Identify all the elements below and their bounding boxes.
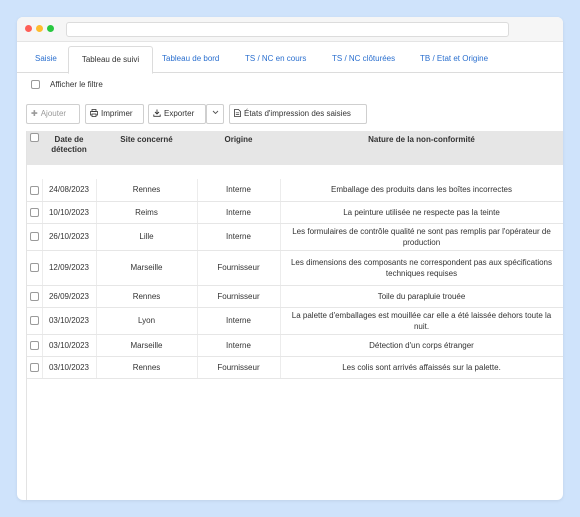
row-select-cell: [27, 356, 43, 379]
add-button[interactable]: ✚ Ajouter: [26, 104, 80, 124]
table-header-row: Date de détection Site concerné Origine …: [27, 131, 563, 165]
cell-date: 03/10/2023: [42, 307, 97, 335]
cell-date: 26/09/2023: [42, 285, 97, 308]
tab-ts-nc-cloturees[interactable]: TS / NC clôturées: [326, 46, 401, 73]
cell-nature: Les colis sont arrivés affaissés sur la …: [280, 356, 563, 379]
column-header-site[interactable]: Site concerné: [96, 131, 197, 165]
export-button[interactable]: Exporter: [148, 104, 206, 124]
chevron-down-icon: [212, 109, 219, 118]
column-header-nature[interactable]: Nature de la non-conformité: [280, 131, 563, 165]
document-icon: [234, 105, 241, 123]
print-states-button[interactable]: États d'impression des saisies: [229, 104, 367, 124]
row-select-cell: [27, 179, 43, 202]
row-checkbox[interactable]: [29, 291, 39, 301]
add-button-label: Ajouter: [40, 109, 67, 118]
cell-origin: Fournisseur: [197, 356, 281, 379]
row-checkbox[interactable]: [29, 316, 39, 326]
tab-bar: Saisie Tableau de suivi Tableau de bord …: [17, 46, 563, 74]
cell-site: Reims: [96, 201, 198, 224]
print-button-label: Imprimer: [101, 109, 133, 118]
row-select-cell: [27, 250, 43, 286]
row-select-cell: [27, 285, 43, 308]
tab-tableau-de-suivi[interactable]: Tableau de suivi: [68, 46, 153, 74]
cell-nature: Les formulaires de contrôle qualité ne s…: [280, 223, 563, 251]
row-select-cell: [27, 223, 43, 251]
filter-spacer-row: [27, 165, 563, 179]
close-window-icon[interactable]: [25, 25, 32, 32]
cell-date: 10/10/2023: [42, 201, 97, 224]
row-select-cell: [27, 334, 43, 357]
cell-nature: La palette d'emballages est mouillée car…: [280, 307, 563, 335]
cell-origin: Interne: [197, 223, 281, 251]
download-icon: [153, 105, 161, 123]
cell-nature: Emballage des produits dans les boîtes i…: [280, 179, 563, 202]
cell-nature: La peinture utilisée ne respecte pas la …: [280, 201, 563, 224]
row-checkbox[interactable]: [29, 263, 39, 273]
table-row[interactable]: 26/09/2023 Rennes Fournisseur Toile du p…: [27, 285, 563, 308]
row-select-cell: [27, 201, 43, 224]
table-row[interactable]: 03/10/2023 Rennes Fournisseur Les colis …: [27, 356, 563, 379]
table-row[interactable]: 12/09/2023 Marseille Fournisseur Les dim…: [27, 250, 563, 286]
cell-site: Rennes: [96, 285, 198, 308]
cell-site: Rennes: [96, 179, 198, 202]
maximize-window-icon[interactable]: [47, 25, 54, 32]
tab-saisie[interactable]: Saisie: [29, 46, 63, 73]
column-header-origin[interactable]: Origine: [197, 131, 280, 165]
cell-site: Lyon: [96, 307, 198, 335]
address-bar[interactable]: [66, 22, 509, 37]
row-checkbox[interactable]: [29, 362, 39, 372]
tracking-table: Date de détection Site concerné Origine …: [26, 131, 563, 500]
tab-tb-etat-origine[interactable]: TB / Etat et Origine: [414, 46, 494, 73]
cell-date: 03/10/2023: [42, 334, 97, 357]
cell-date: 24/08/2023: [42, 179, 97, 202]
filter-checkbox[interactable]: [31, 80, 40, 89]
browser-window: Saisie Tableau de suivi Tableau de bord …: [17, 17, 563, 500]
table-row[interactable]: 24/08/2023 Rennes Interne Emballage des …: [27, 179, 563, 202]
print-button[interactable]: Imprimer: [85, 104, 144, 124]
cell-origin: Fournisseur: [197, 285, 281, 308]
cell-origin: Interne: [197, 201, 281, 224]
row-checkbox[interactable]: [29, 185, 39, 195]
plus-icon: ✚: [31, 109, 38, 118]
column-header-date[interactable]: Date de détection: [42, 131, 96, 165]
cell-origin: Fournisseur: [197, 250, 281, 286]
cell-nature: Les dimensions des composants ne corresp…: [280, 250, 563, 286]
minimize-window-icon[interactable]: [36, 25, 43, 32]
cell-origin: Interne: [197, 179, 281, 202]
table-row[interactable]: 03/10/2023 Lyon Interne La palette d'emb…: [27, 307, 563, 335]
table-row[interactable]: 03/10/2023 Marseille Interne Détection d…: [27, 334, 563, 357]
cell-nature: Toile du parapluie trouée: [280, 285, 563, 308]
cell-site: Rennes: [96, 356, 198, 379]
cell-site: Marseille: [96, 334, 198, 357]
row-checkbox[interactable]: [29, 232, 39, 242]
row-checkbox[interactable]: [29, 207, 39, 217]
cell-site: Lille: [96, 223, 198, 251]
select-all-cell: [27, 131, 42, 165]
title-bar: [17, 17, 563, 42]
print-states-button-label: États d'impression des saisies: [244, 109, 351, 118]
row-checkbox[interactable]: [29, 340, 39, 350]
table-row[interactable]: 10/10/2023 Reims Interne La peinture uti…: [27, 201, 563, 224]
cell-nature: Détection d'un corps étranger: [280, 334, 563, 357]
cell-site: Marseille: [96, 250, 198, 286]
cell-date: 12/09/2023: [42, 250, 97, 286]
cell-origin: Interne: [197, 334, 281, 357]
select-all-checkbox[interactable]: [30, 133, 39, 142]
row-select-cell: [27, 307, 43, 335]
export-button-label: Exporter: [164, 109, 195, 118]
filter-label: Afficher le filtre: [50, 80, 103, 89]
cell-date: 26/10/2023: [42, 223, 97, 251]
cell-origin: Interne: [197, 307, 281, 335]
printer-icon: [90, 105, 98, 123]
tab-ts-nc-en-cours[interactable]: TS / NC en cours: [239, 46, 312, 73]
table-row[interactable]: 26/10/2023 Lille Interne Les formulaires…: [27, 223, 563, 251]
tab-tableau-de-bord[interactable]: Tableau de bord: [156, 46, 225, 73]
export-dropdown-button[interactable]: [206, 104, 224, 124]
cell-date: 03/10/2023: [42, 356, 97, 379]
